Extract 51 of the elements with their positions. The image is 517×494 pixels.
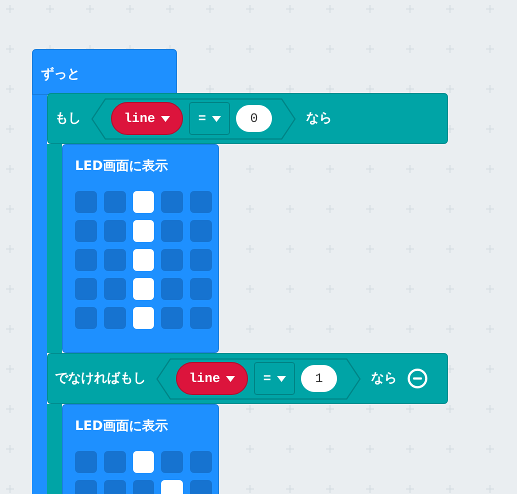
led-cell[interactable]	[190, 307, 212, 329]
led-cell[interactable]	[132, 278, 154, 300]
forever-label: ずっと	[41, 67, 80, 82]
caret-icon	[212, 116, 222, 122]
led-cell[interactable]	[190, 249, 212, 271]
led-cell[interactable]	[75, 451, 97, 473]
led-cell[interactable]	[75, 278, 97, 300]
led-cell[interactable]	[161, 278, 184, 300]
led-cell[interactable]	[161, 220, 184, 242]
led-cell[interactable]	[161, 249, 184, 271]
forever-block-header[interactable]: ずっと	[32, 49, 177, 95]
keyword-label: でなければもし	[55, 370, 146, 388]
caret-icon	[161, 116, 170, 122]
led-cell[interactable]	[161, 191, 184, 213]
caret-icon	[277, 376, 286, 382]
remove-icon[interactable]	[407, 368, 428, 389]
show-leds-block[interactable]: LED画面に表示	[62, 404, 219, 494]
keyword-label: もし	[55, 110, 81, 128]
if-block-header[interactable]: もし line = 0 なら	[47, 93, 448, 144]
led-cell[interactable]	[161, 307, 184, 329]
led-cell[interactable]	[104, 220, 126, 242]
led-cell[interactable]	[75, 191, 97, 213]
led-cell[interactable]	[104, 249, 126, 271]
led-cell[interactable]	[104, 278, 126, 300]
led-cell[interactable]	[75, 307, 97, 329]
variable-dropdown[interactable]: line	[111, 102, 184, 135]
led-cell[interactable]	[104, 191, 126, 213]
led-cell[interactable]	[132, 307, 154, 329]
block-label: LED画面に表示	[75, 158, 169, 176]
led-cell[interactable]	[190, 278, 212, 300]
block-label: LED画面に表示	[75, 418, 169, 436]
led-cell[interactable]	[132, 451, 154, 473]
operator-dropdown[interactable]: =	[254, 362, 296, 395]
led-cell[interactable]	[132, 220, 154, 242]
led-cell[interactable]	[161, 451, 184, 473]
led-cell[interactable]	[190, 191, 212, 213]
then-label: なら	[306, 110, 332, 128]
variable-dropdown[interactable]: line	[176, 362, 248, 395]
led-cell[interactable]	[190, 451, 212, 473]
if-block-header[interactable]: でなければもし line = 1 なら	[47, 353, 448, 404]
led-cell[interactable]	[104, 307, 126, 329]
caret-icon	[226, 376, 236, 382]
led-cell[interactable]	[75, 249, 97, 271]
led-cell[interactable]	[104, 451, 126, 473]
then-label: なら	[371, 370, 398, 388]
led-cell[interactable]	[132, 191, 154, 213]
show-leds-block[interactable]: LED画面に表示	[62, 144, 219, 353]
led-cell[interactable]	[132, 249, 154, 271]
operator-dropdown[interactable]: =	[189, 102, 230, 135]
led-cell[interactable]	[190, 220, 212, 242]
led-cell[interactable]	[75, 220, 97, 242]
